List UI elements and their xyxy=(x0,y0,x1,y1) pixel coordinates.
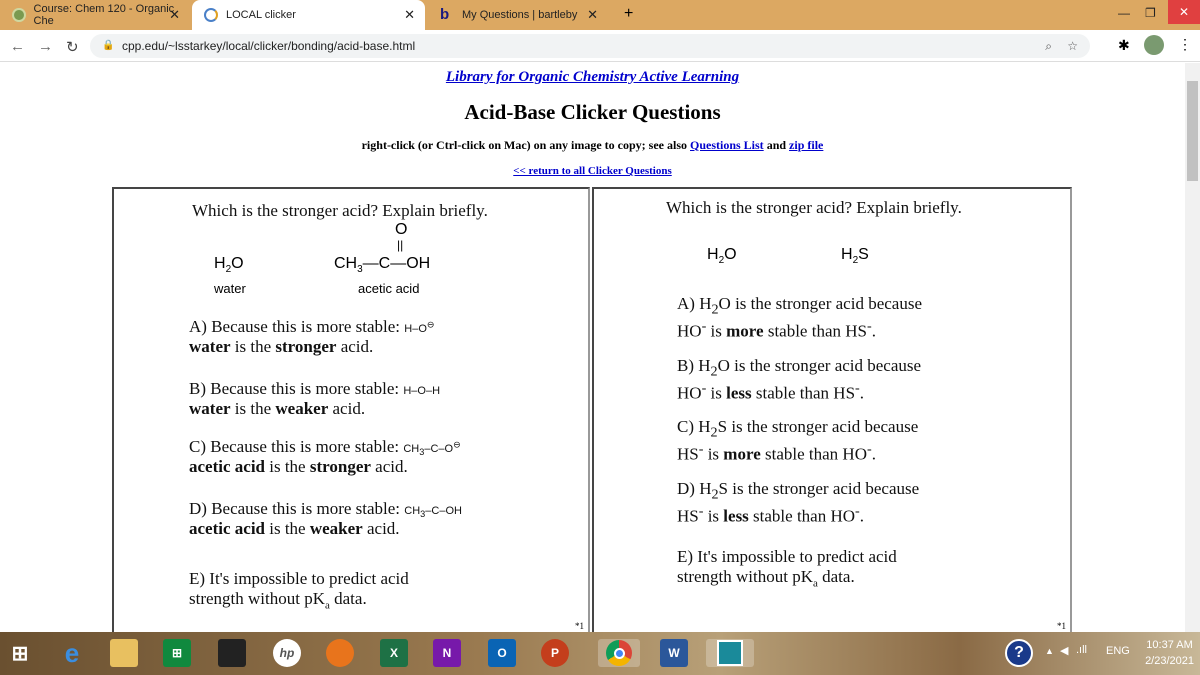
store-icon[interactable]: ⊞ xyxy=(163,639,191,667)
question-card-left[interactable]: Which is the stronger acid? Explain brie… xyxy=(112,187,590,632)
address-bar-row: ← → ↻ 🔒 cpp.edu/~lsstarkey/local/clicker… xyxy=(0,30,1200,62)
tab-label: Course: Chem 120 - Organic Che xyxy=(33,3,175,27)
extensions-icon[interactable]: ✱ xyxy=(1118,37,1130,54)
tab-label: LOCAL clicker xyxy=(226,9,296,21)
close-tab-icon[interactable]: ✕ xyxy=(404,7,415,23)
choice-e[interactable]: E) It's impossible to predict acid streng… xyxy=(677,547,897,589)
reload-button[interactable]: ↻ xyxy=(66,38,79,56)
return-link[interactable]: << return to all Clicker Questions xyxy=(513,165,672,177)
close-tab-icon[interactable]: ✕ xyxy=(169,7,180,23)
back-button[interactable]: ← xyxy=(10,38,25,55)
question-text: Which is the stronger acid? Explain brie… xyxy=(666,198,962,217)
lock-icon: 🔒 xyxy=(102,40,115,51)
question-text: Which is the stronger acid? Explain brie… xyxy=(192,201,488,220)
onenote-icon[interactable]: N xyxy=(433,639,461,667)
footnote: *1 xyxy=(575,621,584,631)
network-icon[interactable]: .ıll xyxy=(1076,644,1087,656)
library-link[interactable]: Library for Organic Chemistry Active Lea… xyxy=(446,69,739,85)
forward-button[interactable]: → xyxy=(38,38,53,55)
zoom-icon[interactable]: ⌕ xyxy=(1045,34,1052,58)
water-formula: H2O xyxy=(707,246,737,267)
menu-icon[interactable]: ⋮ xyxy=(1178,36,1192,53)
choice-b[interactable]: B) H2O is the stronger acid because HO- i… xyxy=(677,356,921,404)
close-window-button[interactable]: ✕ xyxy=(1168,0,1200,24)
hp-icon[interactable]: hp xyxy=(273,639,301,667)
questions-list-link[interactable]: Questions List xyxy=(690,138,764,152)
question-card-right[interactable]: Which is the stronger acid? Explain brie… xyxy=(592,187,1072,632)
help-icon[interactable]: ? xyxy=(1005,639,1033,667)
clock[interactable]: 10:37 AM 2/23/2021 xyxy=(1145,637,1194,669)
choice-c[interactable]: C) Because this is more stable: CH3–C–O⊖… xyxy=(189,437,461,477)
water-formula: H2O xyxy=(214,255,244,276)
taskbar: ⊞ e ⊞ hp X N O P W ? ▲ ◀ .ıll ENG 10:37 … xyxy=(0,632,1200,675)
bartleby-b-icon: b xyxy=(440,6,450,23)
choice-b[interactable]: B) Because this is more stable: H–O–H wat… xyxy=(189,379,440,419)
photos-icon[interactable] xyxy=(706,639,754,667)
acetic-acid-structure: CH3—C—OH O || xyxy=(334,221,431,276)
internet-explorer-icon[interactable]: e xyxy=(58,638,86,668)
tab-chem120[interactable]: Course: Chem 120 - Organic Che ✕ xyxy=(0,0,190,30)
page-content: Library for Organic Chemistry Active Lea… xyxy=(0,63,1185,632)
outlook-icon[interactable]: O xyxy=(488,639,516,667)
close-tab-icon[interactable]: ✕ xyxy=(587,7,598,23)
choice-e[interactable]: E) It's impossible to predict acid streng… xyxy=(189,569,409,611)
avatar[interactable] xyxy=(1144,35,1164,55)
star-icon[interactable]: ☆ xyxy=(1067,34,1078,58)
vertical-scrollbar[interactable] xyxy=(1185,63,1200,632)
restore-button[interactable]: ❐ xyxy=(1145,6,1156,20)
tray-expand-icon[interactable]: ▲ xyxy=(1045,646,1054,656)
choice-a[interactable]: A) H2O is the stronger acid because HO- i… xyxy=(677,294,922,342)
choice-d[interactable]: D) H2S is the stronger acid because HS- i… xyxy=(677,479,919,527)
choice-c[interactable]: C) H2S is the stronger acid because HS- i… xyxy=(677,417,918,465)
powerpoint-icon[interactable]: P xyxy=(541,639,569,667)
url-input[interactable]: 🔒 cpp.edu/~lsstarkey/local/clicker/bondi… xyxy=(90,34,1090,58)
university-seal-icon xyxy=(12,8,26,22)
minimize-button[interactable]: — xyxy=(1118,6,1130,20)
page-title: Acid-Base Clicker Questions xyxy=(464,100,721,124)
tab-bar: Course: Chem 120 - Organic Che ✕ LOCAL c… xyxy=(0,0,1200,30)
new-tab-button[interactable]: + xyxy=(624,5,633,23)
scrollbar-thumb[interactable] xyxy=(1187,81,1198,181)
file-explorer-icon[interactable] xyxy=(110,639,138,667)
zip-file-link[interactable]: zip file xyxy=(789,138,823,152)
url-text: cpp.edu/~lsstarkey/local/clicker/bonding… xyxy=(122,39,416,53)
windows-start-icon[interactable]: ⊞ xyxy=(6,639,34,667)
acetic-acid-label: acetic acid xyxy=(358,281,420,296)
tab-bartleby[interactable]: b My Questions | bartleby ✕ xyxy=(428,0,608,30)
excel-icon[interactable]: X xyxy=(380,639,408,667)
volume-icon[interactable]: ◀ xyxy=(1060,644,1068,657)
paint-app-icon[interactable] xyxy=(218,639,246,667)
firefox-icon[interactable] xyxy=(326,639,354,667)
language-indicator[interactable]: ENG xyxy=(1106,645,1130,657)
word-icon[interactable]: W xyxy=(660,639,688,667)
water-label: water xyxy=(214,281,246,296)
choice-a[interactable]: A) Because this is more stable: H–O⊖ wate… xyxy=(189,317,435,357)
tab-label: My Questions | bartleby xyxy=(462,9,578,21)
chrome-icon[interactable] xyxy=(598,639,640,667)
instructions: right-click (or Ctrl-click on Mac) on an… xyxy=(361,138,824,152)
footnote: *1 xyxy=(1057,621,1066,631)
hydrogen-sulfide-formula: H2S xyxy=(841,246,869,267)
choice-d[interactable]: D) Because this is more stable: CH3–C–OH… xyxy=(189,499,462,539)
tab-local-clicker[interactable]: LOCAL clicker ✕ xyxy=(192,0,425,30)
loading-spinner-icon xyxy=(204,8,218,22)
